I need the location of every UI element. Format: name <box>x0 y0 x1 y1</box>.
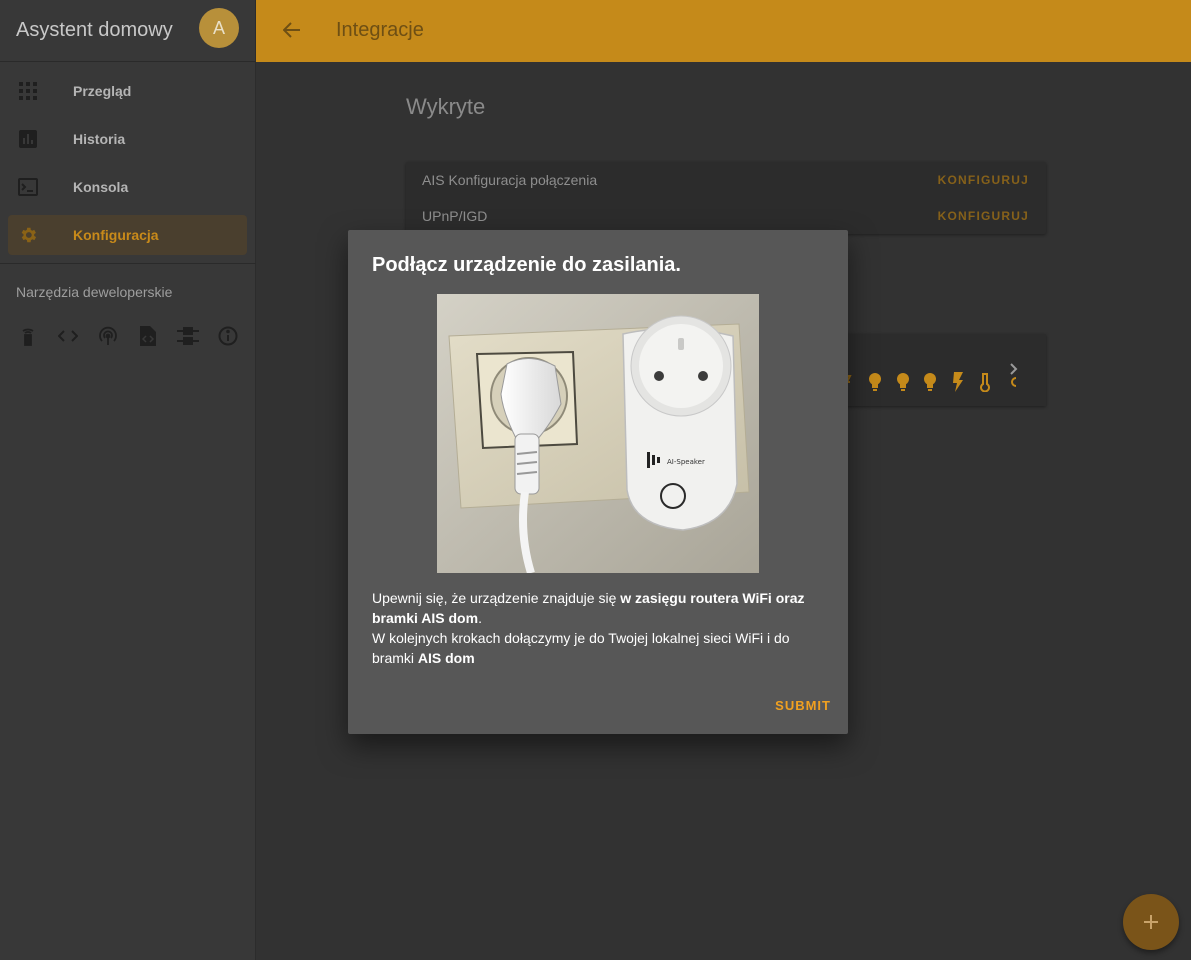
config-dialog: Podłącz urządzenie do zasilania. AI-Spea… <box>348 230 848 734</box>
dialog-title: Podłącz urządzenie do zasilania. <box>372 254 681 276</box>
submit-button[interactable]: SUBMIT <box>775 698 831 713</box>
dialog-body: Upewnij się, że urządzenie znajduje się … <box>372 588 824 668</box>
dialog-paragraph-2: W kolejnych krokach dołączymy je do Twoj… <box>372 630 790 666</box>
dialog-paragraph-1: Upewnij się, że urządzenie znajduje się … <box>372 590 805 626</box>
device-plug-image: AI-Speaker <box>437 294 759 573</box>
brand-label: AI-Speaker <box>667 458 705 466</box>
